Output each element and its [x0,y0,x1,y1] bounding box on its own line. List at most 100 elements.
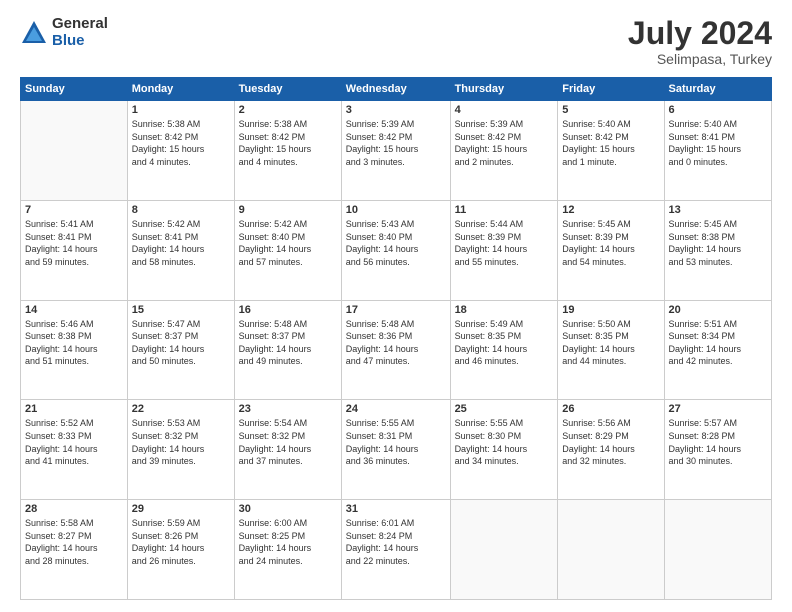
cell-info: Sunrise: 5:40 AM Sunset: 8:41 PM Dayligh… [669,118,767,168]
logo-blue: Blue [52,33,108,50]
day-number: 20 [669,304,767,316]
day-number: 26 [562,403,659,415]
cell-info: Sunrise: 5:41 AM Sunset: 8:41 PM Dayligh… [25,218,123,268]
calendar-cell: 5 Sunrise: 5:40 AM Sunset: 8:42 PM Daylig… [558,101,664,201]
calendar-cell: 11Sunrise: 5:44 AM Sunset: 8:39 PM Dayli… [450,200,558,300]
day-number: 2 [239,104,337,116]
calendar-cell: 13 Sunrise: 5:45 AM Sunset: 8:38 PM Dayli… [664,200,771,300]
calendar-cell: 17 Sunrise: 5:48 AM Sunset: 8:36 PM Dayli… [341,300,450,400]
calendar-cell: 16 Sunrise: 5:48 AM Sunset: 8:37 PM Dayli… [234,300,341,400]
cell-info: Sunrise: 5:48 AM Sunset: 8:36 PM Dayligh… [346,318,446,368]
calendar-cell: 1Sunrise: 5:38 AM Sunset: 8:42 PM Daylig… [127,101,234,201]
cell-info: Sunrise: 5:42 AM Sunset: 8:41 PM Dayligh… [132,218,230,268]
cell-info: Sunrise: 5:45 AM Sunset: 8:38 PM Dayligh… [669,218,767,268]
calendar-cell: 29 Sunrise: 5:59 AM Sunset: 8:26 PM Dayli… [127,500,234,600]
calendar-cell [558,500,664,600]
calendar-cell [450,500,558,600]
calendar-cell: 15 Sunrise: 5:47 AM Sunset: 8:37 PM Dayli… [127,300,234,400]
day-number: 19 [562,304,659,316]
day-number: 3 [346,104,446,116]
day-of-week-header: Wednesday [341,78,450,101]
day-number: 17 [346,304,446,316]
calendar-cell: 27 Sunrise: 5:57 AM Sunset: 8:28 PM Dayli… [664,400,771,500]
calendar-cell [664,500,771,600]
calendar-week-row: 21 Sunrise: 5:52 AM Sunset: 8:33 PM Dayli… [21,400,772,500]
day-of-week-header: Saturday [664,78,771,101]
cell-info: Sunrise: 5:50 AM Sunset: 8:35 PM Dayligh… [562,318,659,368]
calendar-cell: 22 Sunrise: 5:53 AM Sunset: 8:32 PM Dayli… [127,400,234,500]
cell-info: Sunrise: 5:38 AM Sunset: 8:42 PM Dayligh… [132,118,230,168]
day-number: 27 [669,403,767,415]
calendar-week-row: 14 Sunrise: 5:46 AM Sunset: 8:38 PM Dayli… [21,300,772,400]
calendar-cell: 6 Sunrise: 5:40 AM Sunset: 8:41 PM Daylig… [664,101,771,201]
cell-info: Sunrise: 5:56 AM Sunset: 8:29 PM Dayligh… [562,417,659,467]
day-number: 25 [455,403,554,415]
day-number: 28 [25,503,123,515]
calendar-header-row: SundayMondayTuesdayWednesdayThursdayFrid… [21,78,772,101]
cell-info: Sunrise: 5:54 AM Sunset: 8:32 PM Dayligh… [239,417,337,467]
day-number: 21 [25,403,123,415]
day-number: 5 [562,104,659,116]
logo: General Blue [20,16,108,49]
title-block: July 2024 Selimpasa, Turkey [628,16,772,67]
calendar-cell: 7Sunrise: 5:41 AM Sunset: 8:41 PM Daylig… [21,200,128,300]
day-number: 14 [25,304,123,316]
day-number: 6 [669,104,767,116]
calendar-cell: 12 Sunrise: 5:45 AM Sunset: 8:39 PM Dayli… [558,200,664,300]
calendar-cell: 9 Sunrise: 5:42 AM Sunset: 8:40 PM Daylig… [234,200,341,300]
day-of-week-header: Monday [127,78,234,101]
day-number: 8 [132,204,230,216]
location: Selimpasa, Turkey [628,51,772,67]
day-number: 9 [239,204,337,216]
cell-info: Sunrise: 5:47 AM Sunset: 8:37 PM Dayligh… [132,318,230,368]
day-number: 13 [669,204,767,216]
logo-icon [20,19,48,47]
calendar-cell: 14 Sunrise: 5:46 AM Sunset: 8:38 PM Dayli… [21,300,128,400]
day-of-week-header: Sunday [21,78,128,101]
calendar-cell: 3 Sunrise: 5:39 AM Sunset: 8:42 PM Daylig… [341,101,450,201]
day-number: 15 [132,304,230,316]
day-number: 29 [132,503,230,515]
cell-info: Sunrise: 5:52 AM Sunset: 8:33 PM Dayligh… [25,417,123,467]
cell-info: Sunrise: 5:48 AM Sunset: 8:37 PM Dayligh… [239,318,337,368]
cell-info: Sunrise: 5:53 AM Sunset: 8:32 PM Dayligh… [132,417,230,467]
page: General Blue July 2024 Selimpasa, Turkey… [0,0,792,612]
calendar-cell: 23 Sunrise: 5:54 AM Sunset: 8:32 PM Dayli… [234,400,341,500]
cell-info: Sunrise: 5:45 AM Sunset: 8:39 PM Dayligh… [562,218,659,268]
cell-info: Sunrise: 5:39 AM Sunset: 8:42 PM Dayligh… [346,118,446,168]
day-number: 4 [455,104,554,116]
day-of-week-header: Thursday [450,78,558,101]
cell-info: Sunrise: 5:55 AM Sunset: 8:30 PM Dayligh… [455,417,554,467]
cell-info: Sunrise: 5:46 AM Sunset: 8:38 PM Dayligh… [25,318,123,368]
day-number: 23 [239,403,337,415]
cell-info: Sunrise: 6:00 AM Sunset: 8:25 PM Dayligh… [239,517,337,567]
calendar-cell: 8 Sunrise: 5:42 AM Sunset: 8:41 PM Daylig… [127,200,234,300]
calendar-cell: 21 Sunrise: 5:52 AM Sunset: 8:33 PM Dayli… [21,400,128,500]
calendar-cell: 2 Sunrise: 5:38 AM Sunset: 8:42 PM Daylig… [234,101,341,201]
cell-info: Sunrise: 5:57 AM Sunset: 8:28 PM Dayligh… [669,417,767,467]
calendar-cell: 19 Sunrise: 5:50 AM Sunset: 8:35 PM Dayli… [558,300,664,400]
month-year: July 2024 [628,16,772,51]
day-number: 22 [132,403,230,415]
calendar-week-row: 1Sunrise: 5:38 AM Sunset: 8:42 PM Daylig… [21,101,772,201]
cell-info: Sunrise: 5:38 AM Sunset: 8:42 PM Dayligh… [239,118,337,168]
cell-info: Sunrise: 5:43 AM Sunset: 8:40 PM Dayligh… [346,218,446,268]
cell-info: Sunrise: 5:42 AM Sunset: 8:40 PM Dayligh… [239,218,337,268]
day-number: 24 [346,403,446,415]
calendar-cell: 24Sunrise: 5:55 AM Sunset: 8:31 PM Dayli… [341,400,450,500]
logo-text: General Blue [52,16,108,49]
cell-info: Sunrise: 5:40 AM Sunset: 8:42 PM Dayligh… [562,118,659,168]
cell-info: Sunrise: 6:01 AM Sunset: 8:24 PM Dayligh… [346,517,446,567]
day-number: 30 [239,503,337,515]
calendar-cell: 10Sunrise: 5:43 AM Sunset: 8:40 PM Dayli… [341,200,450,300]
calendar-cell [21,101,128,201]
logo-general: General [52,16,108,33]
day-number: 12 [562,204,659,216]
cell-info: Sunrise: 5:44 AM Sunset: 8:39 PM Dayligh… [455,218,554,268]
day-number: 16 [239,304,337,316]
cell-info: Sunrise: 5:49 AM Sunset: 8:35 PM Dayligh… [455,318,554,368]
cell-info: Sunrise: 5:59 AM Sunset: 8:26 PM Dayligh… [132,517,230,567]
calendar-cell: 30 Sunrise: 6:00 AM Sunset: 8:25 PM Dayli… [234,500,341,600]
calendar-cell: 18Sunrise: 5:49 AM Sunset: 8:35 PM Dayli… [450,300,558,400]
cell-info: Sunrise: 5:58 AM Sunset: 8:27 PM Dayligh… [25,517,123,567]
